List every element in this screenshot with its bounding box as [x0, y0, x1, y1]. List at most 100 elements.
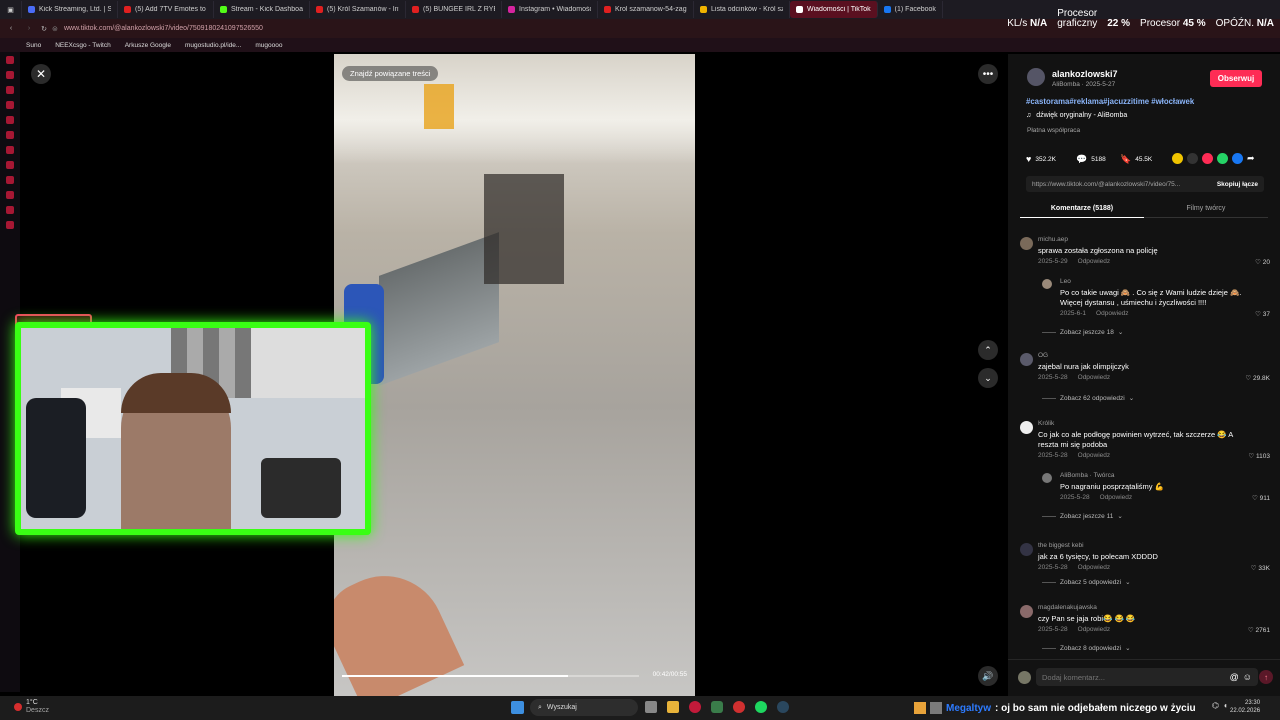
mention-icon[interactable]: @ [1230, 672, 1239, 682]
file-explorer-icon[interactable] [667, 701, 679, 713]
bookmark-item[interactable]: mugoooo [255, 42, 282, 49]
sound-row[interactable]: ♫ dźwięk oryginalny - AliBomba [1026, 112, 1127, 119]
sidebar-app-icon[interactable] [6, 191, 14, 199]
tab-comments[interactable]: Komentarze (5188) [1020, 200, 1144, 218]
reply-button[interactable]: Odpowiedz [1078, 626, 1111, 633]
browser-tab[interactable]: Lista odcinków - Król sza [694, 1, 790, 18]
comment-action[interactable]: 💬 5188 [1076, 154, 1106, 165]
sidebar-app-icon[interactable] [6, 101, 14, 109]
share-arrow-icon[interactable]: ➦ [1247, 153, 1258, 164]
comment-like[interactable]: ♡ 20 [1255, 258, 1270, 266]
commenter-name[interactable]: the biggest kebi [1038, 542, 1084, 549]
author-avatar[interactable] [1027, 68, 1045, 86]
commenter-avatar[interactable] [1020, 237, 1033, 250]
copy-link-button[interactable]: Skopiuj łącze [1217, 181, 1258, 188]
like-action[interactable]: ♥ 352.2K [1026, 154, 1056, 164]
sidebar-app-icon[interactable] [6, 116, 14, 124]
reload-icon[interactable]: ↻ [36, 25, 52, 33]
commenter-name[interactable]: michu.aep [1038, 236, 1068, 243]
sidebar-app-icon[interactable] [6, 176, 14, 184]
reply-button[interactable]: Odpowiedz [1078, 452, 1111, 459]
forward-icon[interactable]: › [22, 25, 36, 32]
close-icon[interactable]: ✕ [31, 64, 51, 84]
volume-tray-icon[interactable]: ◖ [1223, 701, 1228, 710]
see-more-replies-button[interactable]: Zobacz 62 odpowiedzi ⌄ [1042, 394, 1134, 402]
hashtags[interactable]: #castorama#reklama#jacuzzitime #włocławe… [1026, 97, 1194, 106]
whatsapp-icon[interactable] [1217, 153, 1228, 164]
sidebar-app-icon[interactable] [6, 131, 14, 139]
bookmark-item[interactable]: Suno [26, 42, 41, 49]
post-link[interactable]: https://www.tiktok.com/@alankozlowski7/v… [1032, 181, 1180, 188]
sidebar-app-icon[interactable] [6, 221, 14, 229]
volume-icon[interactable]: 🔊 [978, 666, 998, 686]
commenter-avatar[interactable] [1042, 473, 1052, 483]
back-icon[interactable]: ‹ [0, 25, 22, 32]
browser-tab[interactable]: Kick Streaming, Ltd. | Set [22, 1, 118, 18]
bookmark-item[interactable]: Arkusze Google [125, 42, 171, 49]
comment-like[interactable]: ♡ 911 [1252, 494, 1270, 502]
browser-tab[interactable]: (5) Król Szamanów - Intro [310, 1, 406, 18]
sidebar-app-icon[interactable] [6, 146, 14, 154]
more-options-icon[interactable]: ••• [978, 64, 998, 84]
site-info-icon[interactable]: ⊜ [52, 25, 64, 33]
obs-icon[interactable] [733, 701, 745, 713]
send-comment-icon[interactable]: ↑ [1259, 670, 1273, 684]
author-name[interactable]: alankozlowski7 [1052, 69, 1118, 79]
see-more-replies-button[interactable]: Zobacz 8 odpowiedzi ⌄ [1042, 644, 1131, 652]
comment-like[interactable]: ♡ 1103 [1248, 452, 1270, 460]
bookmark-item[interactable]: mugostudio.pl/ide... [185, 42, 241, 49]
sidebar-app-icon[interactable] [6, 86, 14, 94]
see-more-replies-button[interactable]: Zobacz jeszcze 18 ⌄ [1042, 328, 1123, 336]
browser-tab[interactable]: (5) BUNGEE IRL Z RYBSO [406, 1, 502, 18]
commenter-avatar[interactable] [1020, 605, 1033, 618]
browser-tab[interactable]: (1) Facebook [878, 1, 943, 18]
commenter-name[interactable]: magdalenakujawska [1038, 604, 1097, 611]
follow-button[interactable]: Obserwuj [1210, 70, 1262, 87]
browser-tab[interactable]: Instagram • Wiadomości [502, 1, 598, 18]
comment-like[interactable]: ♡ 37 [1255, 310, 1270, 318]
facebook-icon[interactable] [1232, 153, 1243, 164]
taskbar-search[interactable]: ⌕ Wyszukaj [530, 699, 638, 716]
emoji-icon[interactable]: ☺ [1243, 672, 1252, 682]
next-video-icon[interactable]: ⌄ [978, 368, 998, 388]
see-more-replies-button[interactable]: Zobacz 5 odpowiedzi ⌄ [1042, 578, 1131, 586]
tab-overview-icon[interactable]: ▣ [0, 1, 22, 18]
browser-tab[interactable]: Wiadomości | TikTok [790, 1, 878, 18]
reply-button[interactable]: Odpowiedz [1078, 258, 1111, 265]
save-action[interactable]: 🔖 45.5K [1120, 154, 1152, 165]
commenter-avatar[interactable] [1020, 353, 1033, 366]
coin-icon[interactable] [1172, 153, 1183, 164]
commenter-name[interactable]: Królik [1038, 420, 1054, 427]
related-content-button[interactable]: Znajdź powiązane treści [342, 66, 439, 81]
clock[interactable]: 23:30 22.02.2026 [1230, 699, 1260, 715]
comment-like[interactable]: ♡ 2761 [1248, 626, 1270, 634]
opera-icon[interactable] [689, 701, 701, 713]
tab-creator-videos[interactable]: Filmy twórcy [1144, 200, 1268, 218]
url-field[interactable]: www.tiktok.com/@alankozlowski7/video/750… [64, 25, 263, 32]
network-icon[interactable]: ⌬ [1212, 701, 1219, 710]
reply-button[interactable]: Odpowiedz [1100, 494, 1133, 501]
browser-tab[interactable]: (5) Add 7TV Emotes to Yo [118, 1, 214, 18]
spotify-icon[interactable] [755, 701, 767, 713]
sidebar-app-icon[interactable] [6, 71, 14, 79]
commenter-name[interactable]: Leo [1060, 278, 1071, 285]
commenter-avatar[interactable] [1020, 543, 1033, 556]
task-view-icon[interactable] [645, 701, 657, 713]
embed-icon[interactable] [1187, 153, 1198, 164]
bookmark-item[interactable]: NEEXcsgo - Twitch [55, 42, 111, 49]
browser-tab[interactable]: Krol szamanow-54-zagub [598, 1, 694, 18]
comment-like[interactable]: ♡ 33K [1251, 564, 1270, 572]
comment-like[interactable]: ♡ 29.8K [1245, 374, 1270, 382]
video-progress-track[interactable] [342, 675, 639, 677]
reply-button[interactable]: Odpowiedz [1078, 374, 1111, 381]
see-more-replies-button[interactable]: Zobacz jeszcze 11 ⌄ [1042, 512, 1123, 520]
reply-button[interactable]: Odpowiedz [1078, 564, 1111, 571]
commenter-avatar[interactable] [1020, 421, 1033, 434]
start-menu-icon[interactable] [511, 701, 524, 714]
commenter-name[interactable]: OG [1038, 352, 1048, 359]
previous-video-icon[interactable]: ⌃ [978, 340, 998, 360]
sidebar-app-icon[interactable] [6, 56, 14, 64]
commenter-avatar[interactable] [1042, 279, 1052, 289]
sidebar-app-icon[interactable] [6, 161, 14, 169]
sidebar-app-icon[interactable] [6, 206, 14, 214]
